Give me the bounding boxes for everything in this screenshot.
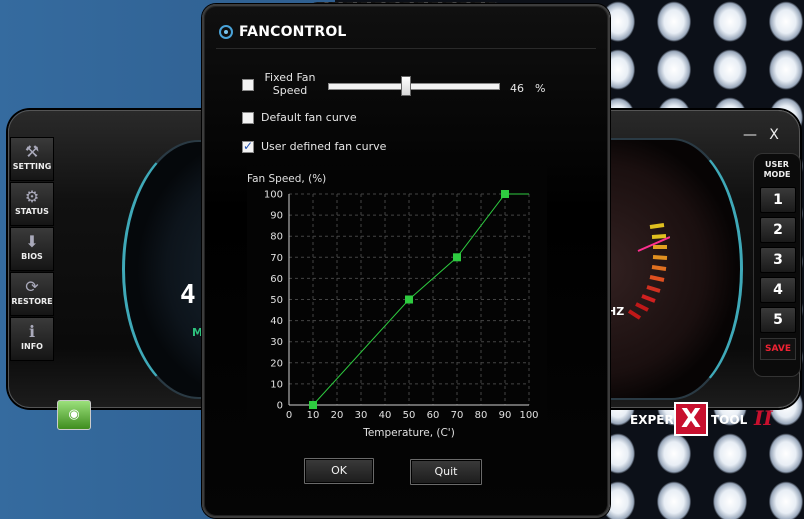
nav-bios-label: BIOS — [21, 252, 43, 261]
y-tick-label: 80 — [270, 232, 283, 243]
mode-3-button[interactable]: 3 — [760, 247, 796, 273]
fan-speed-slider-thumb[interactable] — [401, 76, 412, 96]
x-tick-label: 0 — [286, 410, 292, 421]
right-gauge-scale — [627, 223, 670, 320]
nvidia-logo: ◉ — [57, 400, 91, 430]
expertool-logo: EXPER X TOOL II — [628, 402, 773, 438]
logo-x: X — [674, 402, 708, 436]
mode-2-button[interactable]: 2 — [760, 217, 796, 243]
logo-text-right: TOOL — [711, 413, 748, 427]
x-tick-label: 80 — [475, 410, 488, 421]
ok-button[interactable]: OK — [304, 458, 374, 484]
nav-restore-label: RESTORE — [11, 297, 53, 306]
curve-point[interactable] — [309, 401, 317, 409]
mode-5-button[interactable]: 5 — [760, 307, 796, 333]
fixed-speed-value: 46 — [510, 82, 524, 95]
x-tick-label: 50 — [403, 410, 416, 421]
x-tick-label: 90 — [499, 410, 512, 421]
mode-1-button[interactable]: 1 — [760, 187, 796, 213]
curve-point[interactable] — [501, 190, 509, 198]
x-tick-label: 60 — [427, 410, 440, 421]
download-arrow-icon: ⬇ — [25, 232, 39, 251]
nav-status[interactable]: ⚙ STATUS — [10, 182, 54, 226]
quit-button[interactable]: Quit — [410, 459, 482, 485]
fixed-fan-speed-label: Fixed Fan Speed — [264, 71, 316, 97]
nav-status-label: STATUS — [15, 207, 49, 216]
y-tick-label: 20 — [270, 358, 283, 369]
left-gauge-value: 4 — [180, 280, 196, 310]
y-tick-label: 70 — [270, 253, 283, 264]
curve-point[interactable] — [405, 295, 413, 304]
nav-info-label: INFO — [21, 342, 43, 351]
wrench-icon: ⚒ — [24, 142, 40, 161]
y-tick-label: 0 — [277, 401, 283, 412]
y-tick-label: 90 — [270, 211, 283, 222]
x-tick-label: 70 — [451, 410, 464, 421]
logo-suffix: II — [754, 406, 773, 430]
y-tick-label: 10 — [270, 379, 283, 390]
fan-curve-chart[interactable]: 0 10 20 30 40 50 60 70 80 90 100 0 10 20 30 40 50 60 70 80 9… — [247, 166, 547, 440]
y-tick-label: 30 — [270, 337, 283, 348]
y-tick-label: 50 — [270, 295, 283, 306]
close-button[interactable]: X — [763, 126, 785, 146]
dialog-title: FANCONTROL — [239, 24, 347, 40]
mode-4-button[interactable]: 4 — [760, 277, 796, 303]
user-mode-title: USER MODE — [763, 160, 791, 179]
y-axis-label: Fan Speed, (%) — [247, 173, 326, 185]
nav-setting[interactable]: ⚒ SETTING — [10, 137, 54, 181]
x-axis-label: Temperature, (C') — [362, 427, 455, 439]
fixed-speed-unit: % — [535, 82, 546, 95]
logo-text-left: EXPER — [630, 413, 674, 427]
user-defined-curve-checkbox[interactable] — [242, 139, 254, 153]
x-tick-label: 10 — [307, 410, 320, 421]
x-tick-label: 30 — [355, 410, 368, 421]
default-fan-curve-label: Default fan curve — [261, 111, 357, 124]
nav-restore[interactable]: ⟳ RESTORE — [10, 272, 54, 316]
y-tick-label: 100 — [264, 190, 283, 201]
gear-icon: ⚙ — [24, 187, 40, 206]
fan-curve-svg[interactable]: 0 10 20 30 40 50 60 70 80 90 100 0 10 20 30 40 50 60 70 80 9… — [247, 166, 547, 440]
nav-setting-label: SETTING — [12, 162, 52, 171]
nav-bios[interactable]: ⬇ BIOS — [10, 227, 54, 271]
x-tick-label: 100 — [519, 410, 538, 421]
default-fan-curve-checkbox[interactable] — [242, 112, 254, 124]
refresh-icon: ⟳ — [25, 277, 39, 296]
fixed-fan-speed-checkbox[interactable] — [242, 79, 254, 91]
nav-info[interactable]: ℹ INFO — [10, 317, 54, 361]
y-tick-label: 40 — [270, 316, 283, 327]
curve-point[interactable] — [453, 253, 461, 262]
user-mode-panel: USER MODE 1 2 3 4 5 SAVE — [753, 153, 801, 377]
user-defined-curve-label: User defined fan curve — [261, 140, 387, 153]
info-icon: ℹ — [28, 322, 36, 341]
fan-speed-slider-track[interactable] — [328, 83, 500, 90]
x-tick-label: 40 — [379, 410, 392, 421]
fan-icon — [219, 25, 233, 39]
minimize-button[interactable]: — — [739, 126, 761, 146]
x-tick-label: 20 — [331, 410, 344, 421]
y-tick-label: 60 — [270, 274, 283, 285]
tool-nav: ⚒ SETTING ⚙ STATUS ⬇ BIOS ⟳ RESTORE ℹ IN… — [10, 137, 54, 367]
save-button[interactable]: SAVE — [760, 338, 796, 360]
fancontrol-dialog: FANCONTROL Fixed Fan Speed 46 % Default … — [202, 4, 610, 518]
title-divider — [216, 48, 596, 49]
